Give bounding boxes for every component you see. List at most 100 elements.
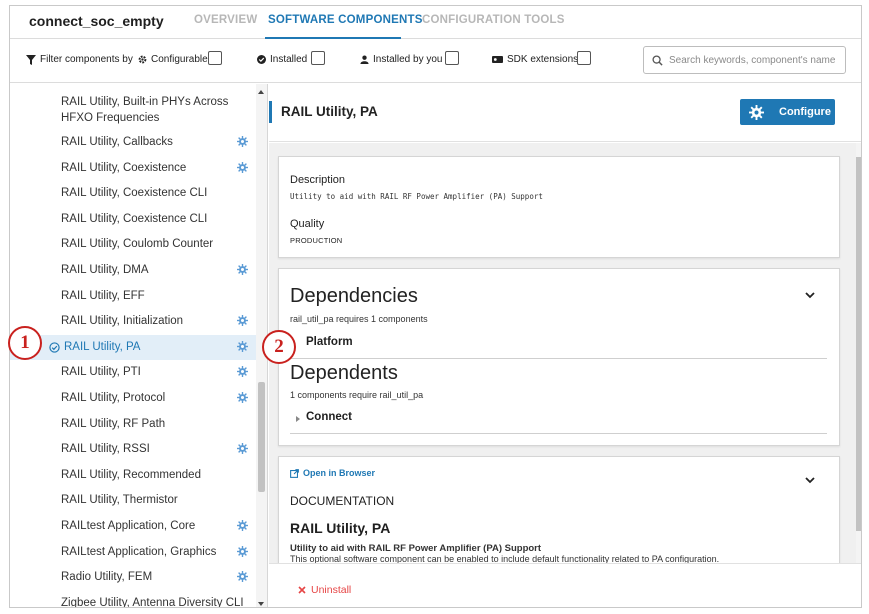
gear-icon bbox=[237, 571, 248, 585]
detail-footer: Uninstall bbox=[269, 563, 861, 607]
list-item[interactable]: RAIL Utility, PTI bbox=[10, 360, 256, 386]
chevron-down-icon[interactable] bbox=[805, 477, 815, 484]
configurable-checkbox[interactable] bbox=[208, 51, 222, 65]
list-item[interactable]: RAIL Utility, Recommended bbox=[10, 463, 256, 489]
external-link-icon bbox=[290, 468, 299, 478]
list-item-label: RAIL Utility, Protocol bbox=[61, 392, 166, 404]
scroll-down-icon[interactable] bbox=[258, 602, 264, 606]
installed-text: Installed bbox=[270, 54, 308, 65]
list-item-label: RAIL Utility, Initialization bbox=[61, 315, 184, 328]
list-item[interactable]: RAIL Utility, Callbacks bbox=[10, 130, 256, 156]
detail-scrollbar[interactable] bbox=[856, 143, 861, 563]
list-item-label: RAIL Utility, RF Path bbox=[61, 417, 166, 430]
list-item-label: RAIL Utility, Coexistence bbox=[61, 161, 187, 174]
gear-icon bbox=[237, 161, 248, 176]
dependents-summary: 1 components require rail_util_pa bbox=[290, 390, 424, 400]
list-item-label: RAIL Utility, Coexistence CLI bbox=[61, 212, 208, 225]
list-item-label: RAILtest Application, Graphics bbox=[61, 545, 217, 558]
tab-overview[interactable]: OVERVIEW bbox=[194, 14, 257, 26]
documentation-card: Open in Browser DOCUMENTATION RAIL Utili… bbox=[278, 456, 840, 563]
list-item-label: RAIL Utility, DMA bbox=[61, 264, 149, 276]
dependents-title: Dependents bbox=[290, 362, 398, 384]
dependency-item-platform[interactable]: Platform bbox=[306, 336, 353, 348]
component-detail-body: Description Utility to aid with RAIL RF … bbox=[269, 143, 861, 563]
filter-by-text: Filter components by bbox=[40, 54, 133, 65]
list-item[interactable]: RAIL Utility, Coexistence CLI bbox=[10, 207, 256, 233]
list-item-label: RAIL Utility, RSSI bbox=[61, 443, 150, 456]
documentation-label: DOCUMENTATION bbox=[290, 494, 395, 508]
installed-by-you-filter-label: Installed by you bbox=[360, 54, 443, 65]
gear-icon bbox=[237, 340, 248, 355]
sdk-extensions-checkbox[interactable] bbox=[577, 51, 591, 65]
list-item-label: Zigbee Utility, Antenna Diversity CLI bbox=[61, 596, 244, 608]
list-item[interactable]: RAIL Utility, Built-in PHYs Across HFXO … bbox=[10, 90, 256, 130]
dependencies-card: Dependencies rail_util_pa requires 1 com… bbox=[278, 268, 840, 446]
list-item[interactable]: RAILtest Application, Core bbox=[10, 514, 256, 540]
doc-title: RAIL Utility, PA bbox=[290, 520, 391, 536]
gear-icon bbox=[237, 520, 248, 534]
dependencies-summary: rail_util_pa requires 1 components bbox=[290, 314, 428, 324]
list-item[interactable]: RAIL Utility, Coexistence bbox=[10, 156, 256, 182]
tab-software-components[interactable]: SOFTWARE COMPONENTS bbox=[268, 14, 423, 26]
quality-label: Quality bbox=[290, 218, 325, 230]
installed-check-icon bbox=[49, 342, 60, 356]
installed-checkbox[interactable] bbox=[311, 51, 325, 65]
title-accent-bar bbox=[269, 101, 272, 123]
detail-scrollbar-thumb[interactable] bbox=[856, 157, 861, 531]
app-window: connect_soc_empty OVERVIEW SOFTWARE COMP… bbox=[9, 5, 862, 608]
gear-icon bbox=[237, 315, 248, 329]
list-item-label: RAIL Utility, Coexistence CLI bbox=[61, 187, 208, 200]
uninstall-button[interactable]: Uninstall bbox=[298, 584, 351, 596]
list-item-label: RAIL Utility, Built-in PHYs Across HFXO … bbox=[61, 96, 229, 124]
user-icon bbox=[360, 55, 369, 64]
scroll-up-icon[interactable] bbox=[258, 90, 264, 94]
filter-icon bbox=[26, 54, 36, 65]
list-item[interactable]: RAILtest Application, Graphics bbox=[10, 540, 256, 566]
list-item-label: RAIL Utility, EFF bbox=[61, 289, 145, 302]
scrollbar-thumb[interactable] bbox=[258, 382, 265, 492]
list-item[interactable]: RAIL Utility, PA bbox=[10, 334, 256, 361]
callout-marker-1: 1 bbox=[8, 326, 42, 360]
configure-button[interactable]: Configure bbox=[740, 99, 835, 125]
tab-configuration-tools[interactable]: CONFIGURATION TOOLS bbox=[422, 14, 565, 26]
list-item-label: RAIL Utility, PTI bbox=[61, 366, 141, 379]
list-item-label: RAIL Utility, Recommended bbox=[61, 468, 201, 481]
dependent-item-connect[interactable]: Connect bbox=[306, 411, 352, 423]
list-item[interactable]: RAIL Utility, DMA bbox=[10, 258, 256, 284]
list-item[interactable]: Radio Utility, FEM bbox=[10, 565, 256, 591]
list-item[interactable]: RAIL Utility, Initialization bbox=[10, 309, 256, 335]
list-item[interactable]: Zigbee Utility, Antenna Diversity CLI bbox=[10, 591, 256, 608]
list-item[interactable]: RAIL Utility, RF Path bbox=[10, 412, 256, 438]
extension-icon bbox=[492, 56, 503, 63]
uninstall-label: Uninstall bbox=[311, 584, 352, 596]
list-item[interactable]: RAIL Utility, Coexistence CLI bbox=[10, 181, 256, 207]
expand-triangle-icon[interactable] bbox=[296, 416, 300, 422]
chevron-down-icon[interactable] bbox=[805, 292, 815, 299]
component-title: RAIL Utility, PA bbox=[281, 104, 378, 119]
filter-bar: Filter components by Configurable Instal… bbox=[10, 39, 861, 83]
doc-body: This optional software component can be … bbox=[290, 554, 720, 563]
list-item-label: RAILtest Application, Core bbox=[61, 520, 196, 532]
component-list: RAIL Utility, Built-in PHYs Across HFXO … bbox=[10, 84, 268, 608]
list-item[interactable]: RAIL Utility, Thermistor bbox=[10, 488, 256, 514]
open-in-browser-label: Open in Browser bbox=[303, 468, 376, 478]
installed-by-you-checkbox[interactable] bbox=[445, 51, 459, 65]
gear-icon bbox=[237, 136, 248, 150]
list-item-label: RAIL Utility, PA bbox=[64, 340, 141, 353]
list-item[interactable]: RAIL Utility, EFF bbox=[10, 284, 256, 310]
search-input[interactable] bbox=[669, 54, 839, 66]
sdk-extensions-filter-label: SDK extensions bbox=[492, 54, 578, 65]
list-item[interactable]: RAIL Utility, Protocol bbox=[10, 386, 256, 412]
dependents-divider bbox=[290, 433, 827, 434]
list-item-label: RAIL Utility, Thermistor bbox=[61, 494, 178, 507]
list-item[interactable]: RAIL Utility, Coulomb Counter bbox=[10, 232, 256, 258]
search-box[interactable] bbox=[643, 46, 846, 74]
sdk-extensions-text: SDK extensions bbox=[507, 54, 579, 65]
top-bar: connect_soc_empty OVERVIEW SOFTWARE COMP… bbox=[10, 6, 861, 39]
open-in-browser-link[interactable]: Open in Browser bbox=[290, 468, 375, 478]
installed-filter-label: Installed bbox=[257, 54, 307, 65]
configurable-text: Configurable bbox=[151, 54, 208, 65]
gear-icon bbox=[237, 392, 248, 406]
list-item[interactable]: RAIL Utility, RSSI bbox=[10, 437, 256, 463]
description-text: Utility to aid with RAIL RF Power Amplif… bbox=[290, 192, 543, 201]
